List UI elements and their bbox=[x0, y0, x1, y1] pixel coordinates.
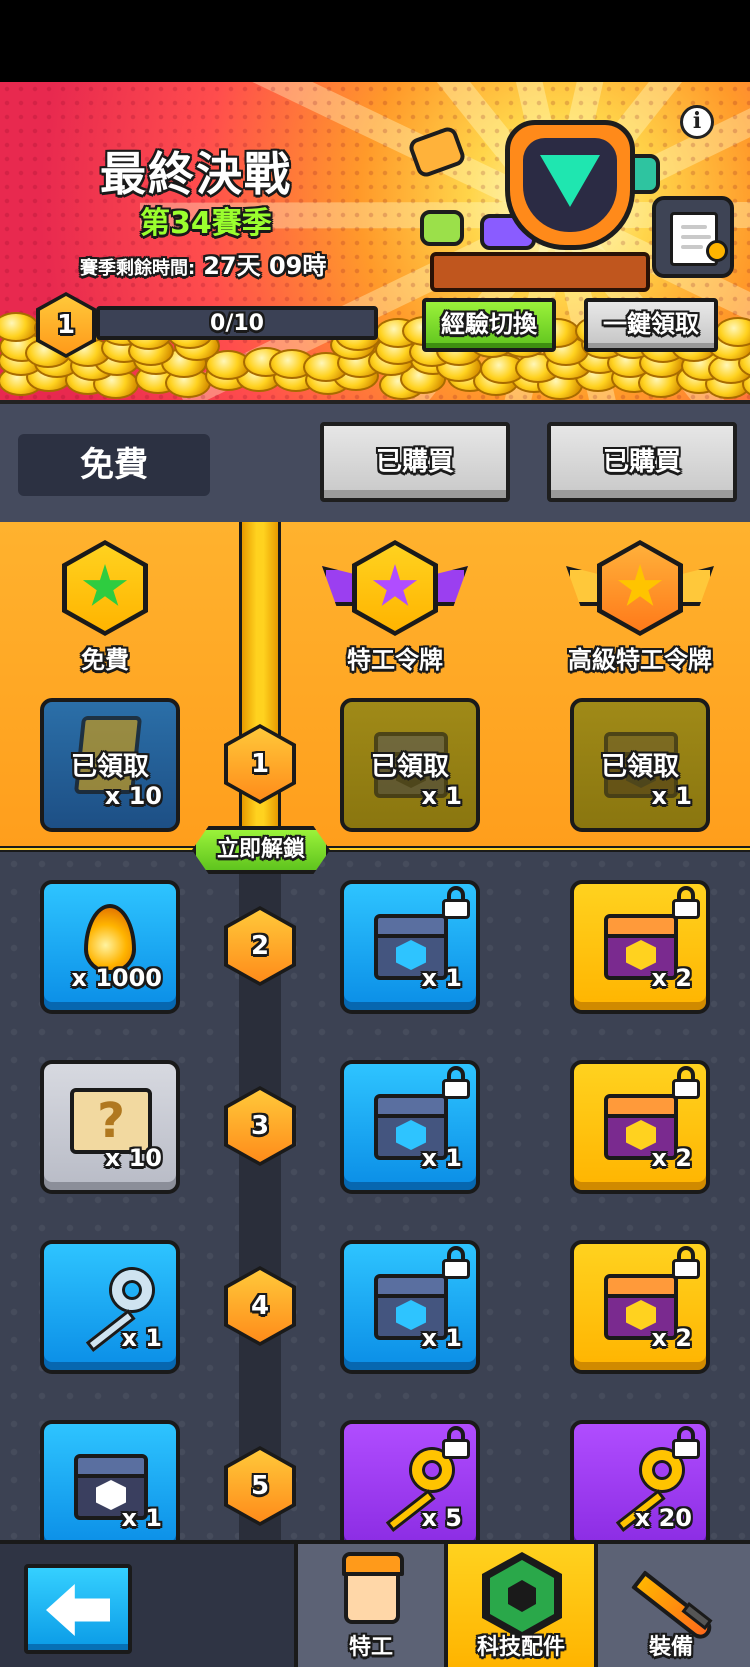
column-premium-pass: 高級特工令牌 bbox=[560, 540, 720, 675]
reward-slot-free-1[interactable]: 已領取 x 10 bbox=[40, 698, 180, 832]
reward-qty: x 1 bbox=[121, 1324, 162, 1352]
season-time-label: 賽季剩餘時間: bbox=[80, 258, 196, 279]
lock-icon bbox=[670, 886, 702, 920]
nav-tab-gear[interactable]: 裝備 bbox=[594, 1544, 750, 1667]
reward-slot-premium-4[interactable]: x 2 bbox=[570, 1240, 710, 1374]
unlock-divider bbox=[0, 846, 750, 852]
pass-details-button[interactable] bbox=[652, 196, 734, 278]
premium-pass-badge-icon bbox=[597, 540, 683, 636]
reward-slot-free-4[interactable]: x 1 bbox=[40, 1240, 180, 1374]
reward-slot-agent-1[interactable]: 已領取 x 1 bbox=[340, 698, 480, 832]
lock-icon bbox=[670, 1426, 702, 1460]
lock-icon bbox=[440, 886, 472, 920]
info-icon[interactable]: i bbox=[680, 105, 714, 139]
reward-qty: x 1 bbox=[421, 782, 462, 810]
seal-icon bbox=[706, 240, 728, 262]
reward-slot-free-2[interactable]: x 1000 bbox=[40, 880, 180, 1014]
reward-qty: x 10 bbox=[104, 1144, 162, 1172]
lock-icon bbox=[440, 1066, 472, 1100]
lock-icon bbox=[440, 1246, 472, 1280]
reward-qty: x 1 bbox=[421, 1324, 462, 1352]
column-premium-pass-label: 高級特工令牌 bbox=[568, 646, 712, 674]
reward-slot-premium-3[interactable]: x 2 bbox=[570, 1060, 710, 1194]
agent-pass-badge-icon bbox=[352, 540, 438, 636]
reward-slot-agent-3[interactable]: x 1 bbox=[340, 1060, 480, 1194]
column-free: 免費 bbox=[40, 540, 170, 675]
reward-qty: x 1 bbox=[651, 782, 692, 810]
lock-icon bbox=[440, 1426, 472, 1460]
claimed-label: 已領取 bbox=[70, 752, 149, 782]
reward-qty: x 1 bbox=[421, 964, 462, 992]
season-trophy-icon bbox=[505, 120, 635, 250]
season-time-value: 27天 09時 bbox=[203, 252, 327, 280]
column-free-label: 免費 bbox=[81, 646, 129, 674]
reward-slot-premium-5[interactable]: x 20 bbox=[570, 1420, 710, 1554]
reward-qty: x 2 bbox=[651, 964, 692, 992]
status-bar bbox=[0, 0, 750, 82]
lock-icon bbox=[670, 1066, 702, 1100]
reward-qty: x 1 bbox=[421, 1144, 462, 1172]
reward-slot-premium-2[interactable]: x 2 bbox=[570, 880, 710, 1014]
bottom-nav: 特工 科技配件 裝備 bbox=[0, 1540, 750, 1667]
reward-qty: x 2 bbox=[651, 1324, 692, 1352]
back-arrow-icon bbox=[46, 1584, 110, 1636]
season-time: 賽季剩餘時間: 27天 09時 bbox=[80, 246, 326, 281]
season-banner bbox=[0, 82, 750, 400]
reward-qty: x 10 bbox=[104, 782, 162, 810]
nav-tab-tech[interactable]: 科技配件 bbox=[444, 1544, 594, 1667]
reward-qty: x 1000 bbox=[71, 964, 162, 992]
reward-slot-free-5[interactable]: x 1 bbox=[40, 1420, 180, 1554]
nav-tab-gear-label: 裝備 bbox=[648, 1635, 693, 1660]
column-agent-pass: 特工令牌 bbox=[322, 540, 468, 675]
reward-qty: x 5 bbox=[421, 1504, 462, 1532]
exp-switch-button[interactable]: 經驗切換 bbox=[422, 298, 556, 352]
reward-slot-premium-1[interactable]: 已領取 x 1 bbox=[570, 698, 710, 832]
reward-slot-free-3[interactable]: ? x 10 bbox=[40, 1060, 180, 1194]
agent-pass-bought-button[interactable]: 已購買 bbox=[320, 422, 510, 502]
reward-slot-agent-4[interactable]: x 1 bbox=[340, 1240, 480, 1374]
claimed-label: 已領取 bbox=[370, 752, 449, 782]
reward-qty: x 1 bbox=[121, 1504, 162, 1532]
xp-progress-bar: 0/10 bbox=[96, 306, 378, 340]
nav-tab-tech-label: 科技配件 bbox=[476, 1635, 565, 1660]
tech-part-icon bbox=[482, 1552, 562, 1640]
claimed-label: 已領取 bbox=[600, 752, 679, 782]
gadget-bottom-icon bbox=[420, 210, 464, 246]
premium-pass-bought-button[interactable]: 已購買 bbox=[547, 422, 737, 502]
reward-slot-agent-2[interactable]: x 1 bbox=[340, 880, 480, 1014]
reward-qty: x 2 bbox=[651, 1144, 692, 1172]
reward-qty: x 20 bbox=[634, 1504, 692, 1532]
pass-tier-row: 免費 已購買 已購買 bbox=[0, 400, 750, 522]
back-button[interactable] bbox=[24, 1564, 132, 1654]
free-badge-icon bbox=[62, 540, 148, 636]
lock-icon bbox=[670, 1246, 702, 1280]
column-agent-pass-label: 特工令牌 bbox=[347, 646, 443, 674]
nav-tab-agent-label: 特工 bbox=[348, 1635, 393, 1660]
season-label: 第34賽季 bbox=[140, 206, 272, 241]
tab-free[interactable]: 免費 bbox=[18, 434, 210, 496]
treasure-chest-icon bbox=[430, 252, 650, 292]
unlock-now-button[interactable]: 立即解鎖 bbox=[192, 826, 330, 874]
claim-all-button[interactable]: 一鍵領取 bbox=[584, 298, 718, 352]
reward-slot-agent-5[interactable]: x 5 bbox=[340, 1420, 480, 1554]
nav-tab-agent[interactable]: 特工 bbox=[294, 1544, 444, 1667]
event-title: 最終決戰 bbox=[100, 147, 292, 201]
